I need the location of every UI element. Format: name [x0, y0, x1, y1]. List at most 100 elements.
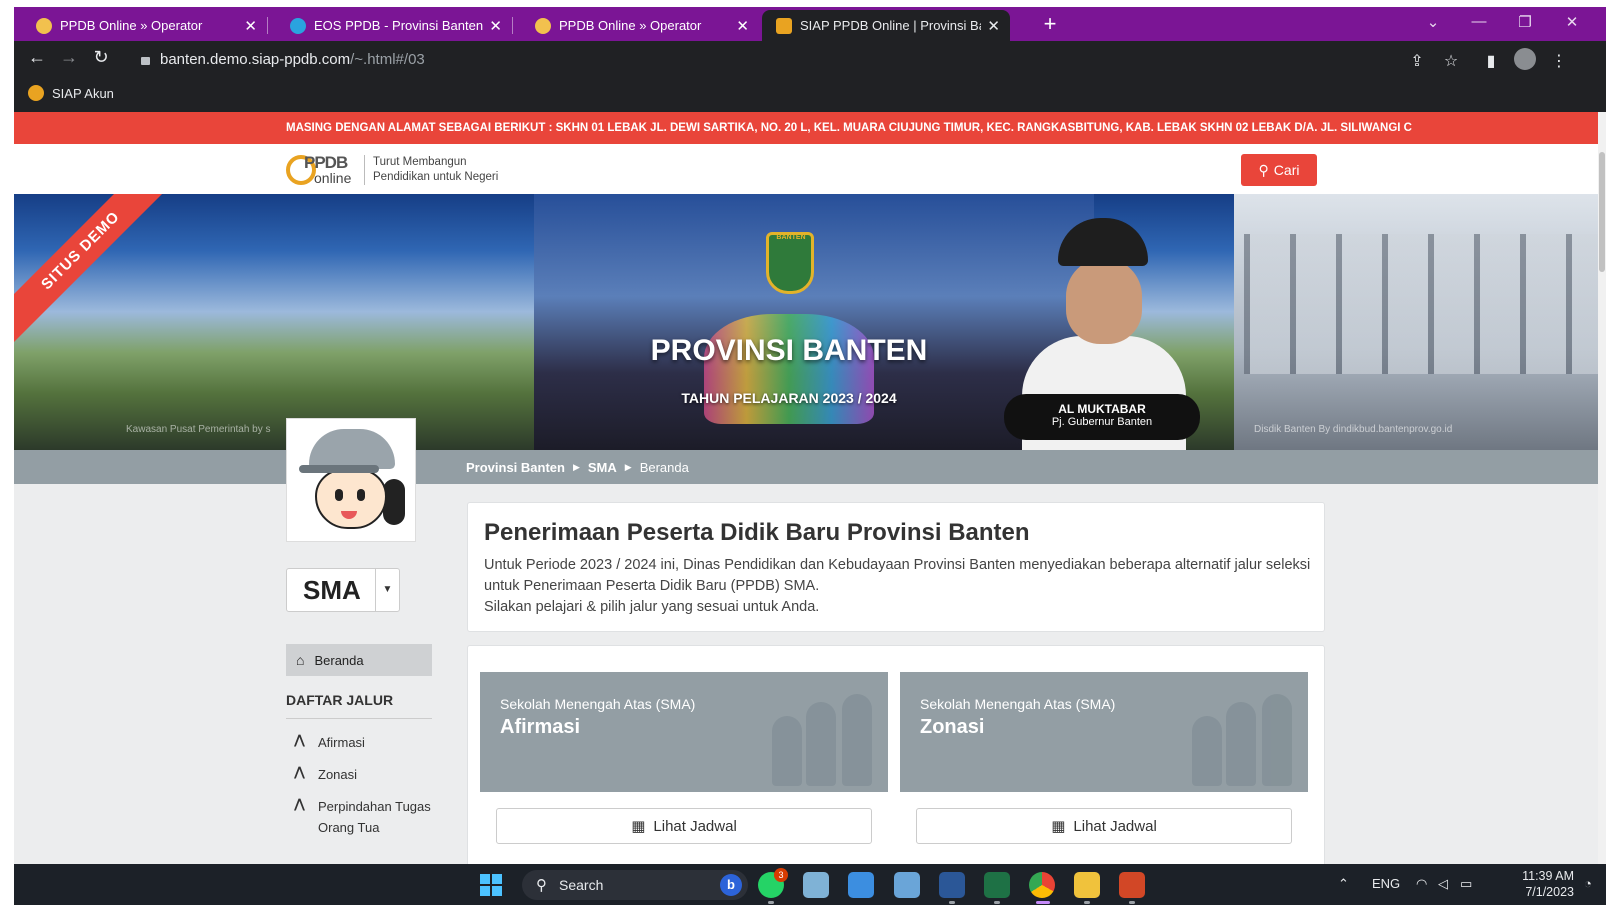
tab-siap-ppdb-active[interactable]: SIAP PPDB Online | Provinsi Bant ✕ — [762, 10, 1010, 41]
students-illustration-icon — [1192, 686, 1302, 786]
banten-emblem-icon — [766, 232, 814, 294]
address-bar[interactable]: banten.demo.siap-ppdb.com/~.html#/03 — [127, 46, 1587, 74]
card-zonasi: Sekolah Menengah Atas (SMA) Zonasi ▦ Lih… — [900, 672, 1308, 864]
logo-mark: PPDB online — [286, 153, 358, 187]
sidebar-item-afirmasi[interactable]: ⋀ Afirmasi — [294, 732, 436, 753]
sidebar-item-beranda[interactable]: ⌂ Beranda — [286, 644, 432, 676]
share-icon[interactable]: ⇪ — [1406, 51, 1428, 71]
ppdb-favicon-icon — [36, 17, 52, 34]
level-value: SMA — [303, 575, 361, 605]
intro-text: Untuk Periode 2023 / 2024 ini, Dinas Pen… — [484, 557, 1311, 615]
bing-icon[interactable]: b — [720, 874, 742, 896]
ppdb-favicon-icon — [535, 17, 551, 34]
excel-icon[interactable] — [984, 872, 1010, 898]
card-title[interactable]: Zonasi — [920, 716, 984, 739]
menu-kebab-icon[interactable]: ⋮ — [1548, 51, 1570, 71]
close-tab-icon[interactable]: ✕ — [489, 17, 502, 35]
snipping-tool-icon[interactable] — [894, 872, 920, 898]
sidebar-item-perpindahan-tugas[interactable]: ⋀ Perpindahan Tugas Orang Tua — [294, 796, 436, 838]
mascot-image — [286, 418, 416, 542]
site-tagline: Turut Membangun Pendidikan untuk Negeri — [364, 155, 498, 185]
close-tab-icon[interactable]: ✕ — [987, 17, 1000, 35]
side-panel-icon[interactable]: ▮ — [1480, 51, 1502, 71]
back-icon[interactable]: ← — [24, 47, 50, 68]
lock-icon — [141, 57, 150, 65]
chrome-icon[interactable] — [1029, 872, 1055, 898]
breadcrumb-item[interactable]: Provinsi Banten — [466, 460, 565, 475]
caret-down-icon[interactable]: ▼ — [375, 569, 400, 611]
site-header: PPDB online Turut Membangun Pendidikan u… — [14, 144, 1606, 194]
notepad-icon[interactable] — [848, 872, 874, 898]
ppdb-online-logo[interactable]: PPDB online Turut Membangun Pendidikan u… — [286, 153, 498, 187]
jalur-cards: Sekolah Menengah Atas (SMA) Afirmasi ▦ L… — [467, 645, 1325, 864]
level-selector[interactable]: SMA ▼ — [286, 568, 400, 612]
close-window-icon[interactable]: ✕ — [1557, 13, 1587, 31]
calendar-icon: ▦ — [631, 818, 646, 835]
recycle-bin-icon[interactable] — [803, 872, 829, 898]
reload-icon[interactable]: ↻ — [88, 47, 114, 68]
bookmark-siap-akun[interactable]: SIAP Akun — [28, 85, 114, 101]
tab-ppdb-operator-1[interactable]: PPDB Online » Operator ✕ — [14, 10, 267, 41]
breadcrumb-item[interactable]: SMA — [588, 460, 617, 475]
minimize-icon[interactable]: — — [1464, 13, 1494, 30]
battery-icon[interactable]: ▭ — [1460, 876, 1472, 892]
browser-window: PPDB Online » Operator ✕ EOS PPDB - Prov… — [14, 7, 1606, 905]
academic-year: TAHUN PELAJARAN 2023 / 2024 — [681, 390, 897, 406]
calendar-icon: ▦ — [1051, 818, 1066, 835]
banner-building-windows — [1244, 234, 1604, 374]
word-icon[interactable] — [939, 872, 965, 898]
lihat-jadwal-button[interactable]: ▦ Lihat Jadwal — [496, 808, 872, 844]
sidebar-item-zonasi[interactable]: ⋀ Zonasi — [294, 764, 436, 785]
tray-chevron-up-icon[interactable]: ⌃ — [1338, 876, 1349, 892]
breadcrumb: Provinsi Banten ▶ SMA ▶ Beranda — [466, 450, 689, 484]
powerpoint-icon[interactable] — [1119, 872, 1145, 898]
web-page: MASING DENGAN ALAMAT SEBAGAI BERIKUT : S… — [14, 112, 1606, 864]
page-title: Penerimaan Peserta Didik Baru Provinsi B… — [484, 519, 1030, 546]
breadcrumb-bar: Provinsi Banten ▶ SMA ▶ Beranda — [14, 450, 1606, 484]
close-tab-icon[interactable]: ✕ — [244, 17, 257, 35]
bookmarks-bar: SIAP Akun — [14, 79, 1606, 112]
new-tab-button[interactable]: + — [1036, 10, 1064, 38]
siap-favicon-icon — [28, 85, 44, 101]
url-path: /~.html#/03 — [350, 51, 425, 68]
taskbar-clock[interactable]: 11:39 AM 7/1/2023 — [1518, 868, 1574, 900]
siap-favicon-icon — [776, 17, 792, 34]
forward-icon[interactable]: → — [56, 47, 82, 68]
home-icon: ⌂ — [296, 652, 305, 668]
close-tab-icon[interactable]: ✕ — [736, 17, 749, 35]
bookmark-star-icon[interactable]: ☆ — [1440, 51, 1462, 71]
volume-icon[interactable]: ◁ — [1438, 876, 1448, 892]
province-title: PROVINSI BANTEN — [650, 334, 928, 367]
road-icon: ⋀ — [294, 796, 305, 811]
whatsapp-icon[interactable]: 3 — [758, 868, 788, 898]
lihat-jadwal-button[interactable]: ▦ Lihat Jadwal — [916, 808, 1292, 844]
search-icon: ⚲ — [1258, 161, 1269, 178]
file-explorer-icon[interactable] — [1074, 872, 1100, 898]
tab-ppdb-operator-2[interactable]: PPDB Online » Operator ✕ — [513, 10, 759, 41]
notification-bell-icon[interactable]: ◔ — [1584, 876, 1592, 891]
card-title[interactable]: Afirmasi — [500, 716, 580, 739]
url-host: banten.demo.siap-ppdb.com — [160, 51, 351, 68]
tab-eos-ppdb[interactable]: EOS PPDB - Provinsi Banten ✕ — [268, 10, 512, 41]
toolbar: ← → ↻ banten.demo.siap-ppdb.com/~.html#/… — [14, 41, 1606, 79]
telegram-favicon-icon — [290, 17, 306, 34]
hero-banner: SITUS DEMO BANTEN PROVINSI BANTEN TAHUN … — [14, 194, 1606, 450]
language-indicator[interactable]: ENG — [1372, 876, 1400, 891]
tab-strip: PPDB Online » Operator ✕ EOS PPDB - Prov… — [14, 7, 1606, 41]
announcement-ticker: MASING DENGAN ALAMAT SEBAGAI BERIKUT : S… — [14, 112, 1606, 144]
demo-ribbon: SITUS DEMO — [14, 194, 175, 345]
windows-taskbar: ⚲ Search b 3 ⌃ ENG ◠ ◁ ▭ 11:39 AM 7/1/20… — [14, 864, 1606, 905]
taskbar-search[interactable]: ⚲ Search b — [522, 870, 748, 900]
tab-search-chevron-icon[interactable]: ⌄ — [1418, 13, 1448, 31]
profile-avatar[interactable] — [1514, 48, 1536, 75]
search-icon: ⚲ — [536, 877, 547, 894]
search-button[interactable]: ⚲ Cari — [1241, 154, 1317, 186]
restore-icon[interactable]: ❐ — [1510, 13, 1540, 31]
students-illustration-icon — [772, 686, 882, 786]
start-button[interactable] — [480, 874, 502, 896]
scrollbar-thumb[interactable] — [1599, 152, 1605, 272]
breadcrumb-current: Beranda — [639, 459, 689, 475]
wifi-icon[interactable]: ◠ — [1416, 876, 1427, 892]
sidebar-section-title: DAFTAR JALUR — [286, 692, 432, 719]
card-afirmasi: Sekolah Menengah Atas (SMA) Afirmasi ▦ L… — [480, 672, 888, 864]
